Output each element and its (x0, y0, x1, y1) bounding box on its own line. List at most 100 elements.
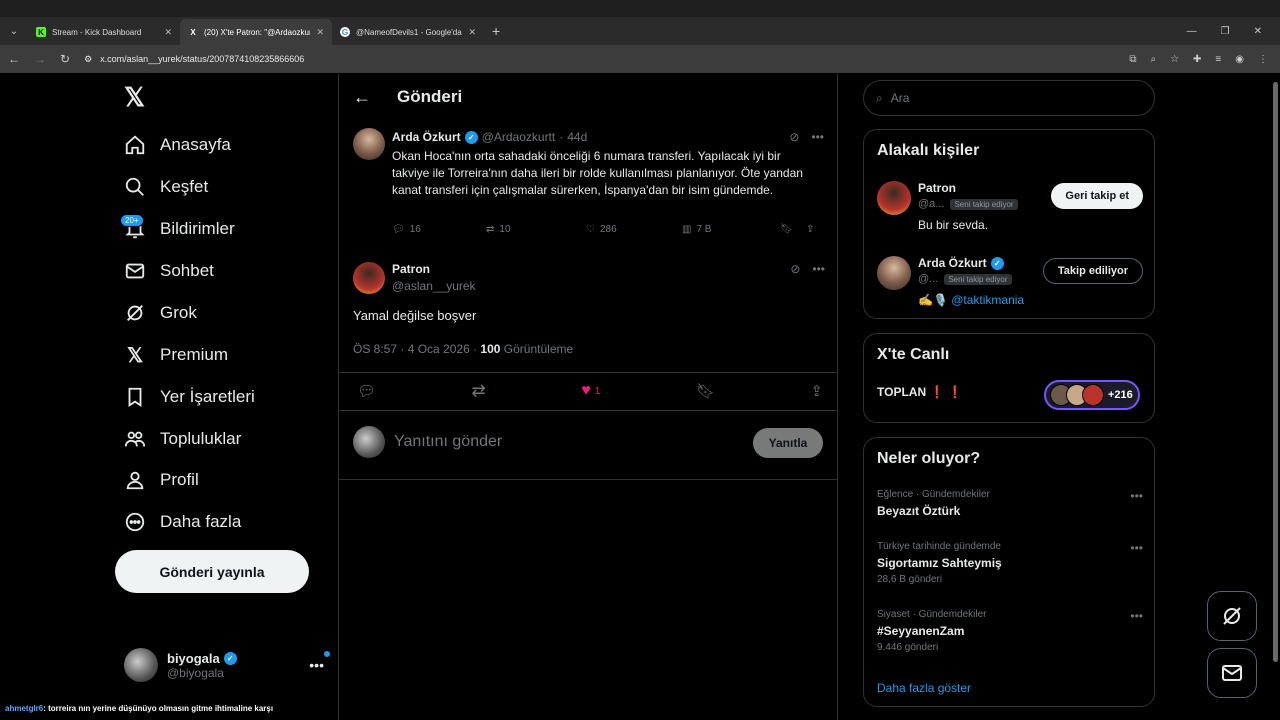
more-dots-icon[interactable]: ••• (1130, 541, 1143, 555)
tab-x[interactable]: X (20) X'te Patron: "@Ardaozkurtt ✕ (180, 19, 332, 45)
tab-title: Stream - Kick Dashboard (52, 27, 142, 37)
tab-kick[interactable]: K Stream - Kick Dashboard ✕ (28, 19, 180, 45)
more-dots-icon[interactable]: ••• (812, 262, 825, 276)
nav-communities[interactable]: Topluluklar (124, 424, 241, 454)
profile-avatar-icon[interactable]: ◉ (1235, 54, 1244, 65)
more-dots-icon[interactable]: ••• (1130, 489, 1143, 503)
nav-profile[interactable]: Profil (124, 465, 199, 495)
post-text: Okan Hoca'nın orta sahadaki önceliği 6 n… (392, 149, 803, 197)
more-dots-icon[interactable]: ••• (1130, 609, 1143, 623)
zoom-icon[interactable]: ⌕ (1150, 54, 1156, 65)
person-bio: Bu bir sevda. (918, 218, 989, 232)
search-input[interactable]: ⌕ Ara (863, 80, 1155, 116)
close-window-icon[interactable]: ✕ (1254, 26, 1262, 37)
reply-icon[interactable]: 💬︎ (357, 382, 376, 400)
trend-item[interactable]: Eğlence · Gündemdekiler Beyazıt Öztürk •… (877, 489, 1143, 518)
live-card[interactable]: X'te Canlı TOPLAN ❗ ❗ +216 (863, 333, 1155, 423)
bio-link[interactable]: @taktikmania (951, 293, 1024, 307)
maximize-icon[interactable]: ❐ (1221, 26, 1230, 37)
bookmark-star-icon[interactable]: ☆ (1170, 54, 1179, 65)
avatar[interactable] (353, 128, 385, 160)
author-handle[interactable]: @aslan__yurek (392, 279, 476, 293)
share-icon[interactable]: ⇪ (806, 224, 814, 235)
nav-explore[interactable]: Keşfet (124, 172, 208, 202)
close-tab-icon[interactable]: ✕ (164, 27, 172, 38)
grok-icon[interactable]: ⊘ (790, 262, 800, 276)
tab-search-button[interactable]: ⌄ (0, 17, 28, 45)
reload-icon[interactable]: ↻ (60, 52, 70, 66)
messages-fab-button[interactable] (1207, 648, 1257, 698)
nav-home[interactable]: Anasayfa (124, 130, 231, 160)
grok-fab-button[interactable] (1207, 591, 1257, 641)
person-name[interactable]: Arda Özkurt (918, 256, 987, 270)
nav-label: Bildirimler (160, 219, 235, 238)
nav-grok[interactable]: Grok (124, 298, 197, 328)
avatar[interactable] (877, 256, 911, 290)
bookmark-icon[interactable]: 🔖︎ (696, 382, 715, 400)
author-name[interactable]: Arda Özkurt (392, 130, 461, 144)
url-field[interactable]: ⚙ x.com/aslan__yurek/status/200787410823… (84, 54, 304, 65)
extensions-icon[interactable]: ✚ (1193, 54, 1201, 65)
trend-item[interactable]: Türkiye tarihinde gündemde Sigortamız Sa… (877, 541, 1143, 585)
close-tab-icon[interactable]: ✕ (316, 27, 324, 38)
nav-notifications[interactable]: 20+ Bildirimler (120, 214, 235, 244)
browser-menu-icon[interactable]: ⋮ (1258, 54, 1268, 65)
more-dots-icon[interactable]: ••• (309, 651, 330, 673)
repost-button[interactable]: ⇄ 10 (486, 224, 586, 235)
tab-title: (20) X'te Patron: "@Ardaozkurtt (204, 27, 311, 37)
follow-back-button[interactable]: Geri takip et (1051, 183, 1143, 209)
nav-label: Grok (160, 303, 197, 322)
nav-more[interactable]: Daha fazla (124, 507, 241, 537)
site-info-icon[interactable]: ⚙ (84, 54, 92, 65)
nav-bookmarks[interactable]: Yer İşaretleri (124, 382, 255, 412)
heart-filled-icon: ♥ (581, 382, 591, 399)
person-name[interactable]: Patron (918, 181, 956, 195)
grok-icon[interactable]: ⊘ (789, 130, 799, 144)
back-arrow-icon[interactable]: ← (353, 87, 371, 108)
reply-input[interactable]: Yanıtını gönder (394, 433, 502, 451)
page-scrollbar[interactable] (1271, 74, 1280, 720)
views-button[interactable]: ▥ 7 B (682, 224, 780, 235)
post-button[interactable]: Gönderi yayınla (115, 550, 309, 593)
like-button[interactable]: ♥ 1 (581, 382, 600, 400)
author-handle[interactable]: @Ardaozkurtt (482, 130, 556, 144)
author-name[interactable]: Patron (392, 262, 476, 276)
forward-icon[interactable]: → (34, 52, 46, 66)
avatar[interactable] (877, 181, 911, 215)
media-icon[interactable]: ≡ (1215, 54, 1221, 65)
nav-label: Anasayfa (160, 135, 231, 154)
trend-title: Beyazıt Öztürk (877, 504, 961, 518)
trend-item[interactable]: Siyaset · Gündemdekiler #SeyyanenZam 9.4… (877, 609, 1143, 653)
repost-icon[interactable]: ⇄ (472, 381, 486, 401)
new-tab-button[interactable]: + (492, 23, 500, 39)
share-icon[interactable]: ⇪ (810, 382, 823, 400)
live-listeners-pill[interactable]: +216 (1044, 380, 1140, 410)
install-app-icon[interactable]: ⧉ (1129, 54, 1136, 65)
account-switcher[interactable]: biyogala ✓ @biyogala ••• (124, 648, 330, 682)
minimize-icon[interactable]: — (1187, 26, 1197, 37)
post-timestamp[interactable]: ÖS 8:57 · 4 Oca 2026 · (353, 342, 477, 356)
reply-button[interactable]: 💬︎ 16 (392, 224, 486, 235)
grok-icon (124, 302, 146, 324)
x-logo-icon[interactable]: 𝕏 (124, 82, 145, 113)
views-count: 100 (480, 342, 501, 356)
bookmark-icon[interactable]: 🔖︎ (780, 224, 806, 235)
nav-label: Daha fazla (160, 512, 242, 531)
more-dots-icon[interactable]: ••• (811, 130, 824, 144)
post-age[interactable]: 44d (567, 130, 587, 144)
show-more-link[interactable]: Daha fazla göster (877, 681, 971, 695)
reply-button[interactable]: Yanıtla (753, 428, 823, 458)
nav-chat[interactable]: Sohbet (124, 256, 214, 286)
following-button[interactable]: Takip ediliyor (1042, 258, 1143, 284)
nav-premium[interactable]: 𝕏 Premium (124, 340, 228, 370)
avatar[interactable] (353, 262, 385, 294)
person-handle: @... (918, 273, 939, 285)
stream-chat-overlay: ahmetglr6: torreira nın yerine düşünüyo … (5, 704, 273, 713)
back-icon[interactable]: ← (8, 52, 20, 66)
verified-badge-icon: ✓ (990, 256, 1004, 270)
tab-google[interactable]: G @NameofDevils1 - Google'da A ✕ (332, 19, 484, 45)
close-tab-icon[interactable]: ✕ (468, 27, 476, 38)
like-button[interactable]: ♡ 286 (586, 224, 682, 235)
scrollbar-thumb[interactable] (1273, 82, 1278, 662)
live-space-title[interactable]: TOPLAN ❗ ❗ (877, 385, 963, 399)
